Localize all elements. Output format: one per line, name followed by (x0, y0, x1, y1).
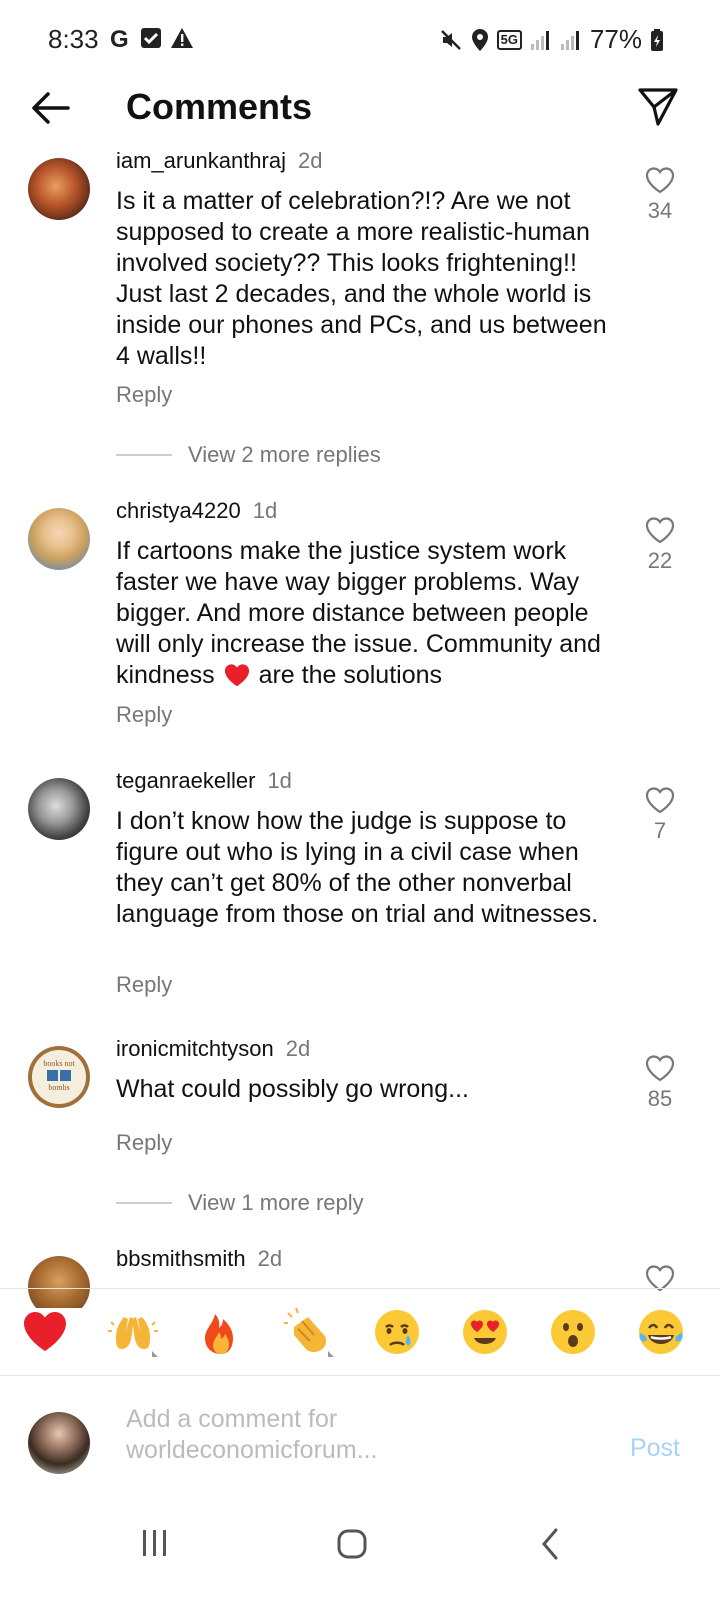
surprised-face-icon[interactable] (548, 1307, 598, 1357)
recent-apps-icon[interactable] (140, 1524, 170, 1564)
logo-text-top: books not (43, 1059, 75, 1068)
username-label[interactable]: iam_arunkanthraj (116, 148, 286, 173)
avatar[interactable] (28, 508, 90, 570)
mute-icon (440, 29, 461, 50)
comment-input[interactable]: Add a comment for worldeconomicforum... (126, 1404, 546, 1466)
reply-divider (116, 454, 172, 456)
comments-header: Comments (0, 82, 720, 148)
check-box-icon (141, 28, 161, 48)
like-count: 22 (647, 548, 673, 573)
comment-composer: Add a comment for worldeconomicforum... … (0, 1374, 720, 1504)
reply-button[interactable]: Reply (116, 702, 172, 728)
logo-text-bottom: bombs (48, 1083, 69, 1092)
avatar[interactable]: books not bombs (28, 1046, 90, 1108)
like-count: 85 (647, 1086, 673, 1111)
back-arrow-icon[interactable] (28, 86, 72, 130)
avatar[interactable] (28, 158, 90, 220)
comment-username[interactable]: christya4220 1d (116, 498, 277, 524)
comment-text: I don’t know how the judge is suppose to… (116, 807, 599, 928)
system-nav-bar (0, 1504, 720, 1600)
network-type-label: 5G (496, 29, 522, 50)
books-not-bombs-logo: books not bombs (32, 1050, 86, 1104)
comment-text-part: are the solutions (251, 661, 443, 689)
comment-list[interactable]: iam_arunkanthraj 2d Is it a matter of cel… (0, 148, 720, 1308)
comment-username[interactable]: iam_arunkanthraj 2d (116, 148, 322, 174)
like-count: 7 (653, 818, 667, 843)
crying-face-icon[interactable] (372, 1307, 422, 1357)
clapping-hands-icon[interactable] (284, 1307, 334, 1357)
heart-outline-icon (645, 1055, 675, 1082)
heart-outline-icon (645, 787, 675, 814)
signal-icon (530, 30, 549, 50)
avatar[interactable] (28, 778, 90, 840)
tears-of-joy-face-icon[interactable] (636, 1307, 686, 1357)
svg-text:G: G (110, 26, 129, 50)
comment-username[interactable]: ironicmitchtyson 2d (116, 1036, 310, 1062)
back-icon[interactable] (538, 1524, 562, 1564)
heart-outline-icon (645, 517, 675, 544)
like-button[interactable]: 34 (640, 166, 680, 224)
reply-divider (116, 1202, 172, 1204)
username-label[interactable]: teganraekeller (116, 768, 255, 793)
comment-text: Is it a matter of celebration?!? Are we … (116, 187, 607, 370)
raising-hands-icon[interactable] (108, 1307, 158, 1357)
red-heart-icon (224, 664, 249, 687)
comment-age: 1d (252, 498, 278, 523)
reply-button[interactable]: Reply (116, 972, 172, 998)
comment-age: 2d (257, 1246, 283, 1271)
comment-username[interactable]: bbsmithsmith 2d (116, 1246, 282, 1272)
view-more-replies-label[interactable]: View 1 more reply (188, 1190, 364, 1216)
heart-eyes-face-icon[interactable] (460, 1307, 510, 1357)
like-count: 34 (647, 198, 673, 223)
comment-age: 2d (297, 148, 323, 173)
view-more-replies[interactable]: View 1 more reply (116, 1190, 364, 1216)
view-more-replies[interactable]: View 2 more replies (116, 442, 381, 468)
comment-text: If cartoons make the justice system work… (116, 536, 626, 691)
comment-text: What could possibly go wrong... (116, 1075, 469, 1103)
battery-percent: 77% (589, 24, 642, 54)
location-icon (471, 28, 488, 51)
direct-message-icon[interactable] (636, 84, 680, 128)
alert-icon (171, 28, 193, 48)
username-label[interactable]: christya4220 (116, 498, 241, 523)
view-more-replies-label[interactable]: View 2 more replies (188, 442, 381, 468)
status-bar: 8:33 G 5G 77% (0, 0, 720, 82)
reply-button[interactable]: Reply (116, 382, 172, 408)
username-label[interactable]: ironicmitchtyson (116, 1036, 274, 1061)
like-button[interactable]: 85 (640, 1054, 680, 1112)
quick-reactions-bar (0, 1288, 720, 1376)
page-title: Comments (126, 86, 313, 127)
my-avatar (28, 1412, 90, 1474)
fire-icon[interactable] (196, 1307, 246, 1357)
comment-age: 1d (267, 768, 292, 793)
google-icon: G (110, 26, 129, 50)
like-button[interactable]: 7 (640, 786, 680, 844)
comment-username[interactable]: teganraekeller 1d (116, 768, 292, 794)
status-time: 8:33 (48, 24, 99, 54)
reply-button[interactable]: Reply (116, 1130, 172, 1156)
like-button[interactable]: 22 (640, 516, 680, 574)
post-button[interactable]: Post (630, 1434, 680, 1463)
heart-outline-icon (645, 167, 675, 194)
username-label[interactable]: bbsmithsmith (116, 1246, 246, 1271)
signal-icon-2 (560, 30, 579, 50)
home-icon[interactable] (336, 1524, 370, 1564)
red-heart-icon[interactable] (20, 1307, 70, 1357)
battery-icon (651, 28, 663, 51)
comment-age: 2d (285, 1036, 311, 1061)
